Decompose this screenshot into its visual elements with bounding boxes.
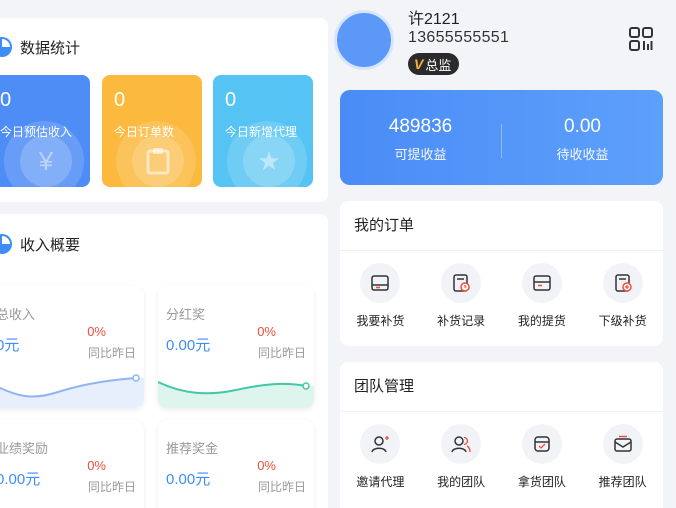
recommend-team-icon [602,424,643,464]
income-title: 业绩奖励 [0,441,49,456]
stat-value: 0 [114,89,126,111]
qr-code-icon[interactable] [628,26,654,52]
grid-item-recommend-team[interactable]: 推荐团队 [582,412,663,490]
grid-item-invite-agent[interactable]: 邀请代理 [340,412,421,490]
pie-chart-icon [0,234,12,254]
grid-item-restock[interactable]: 我要补货 [340,251,421,329]
income-value: 0.00元 [166,337,211,354]
income-percent: 0% [257,324,276,339]
grid-item-pickup[interactable]: 我的提货 [502,251,583,329]
income-value: 0.00元 [0,471,41,488]
grid-item-my-team[interactable]: 我的团队 [421,412,502,490]
trend-wave [158,381,314,408]
pending-value: 0.00 [564,116,601,137]
invite-agent-icon [360,424,401,464]
team-panel: 团队管理 邀请代理 我的团队 拿货团队 推荐团队 [340,362,663,508]
withdrawable-balance[interactable]: 489836 可提收益 [340,116,501,163]
purchase-team-icon [521,424,562,464]
income-tile-total[interactable]: 总收入 0元 0% 同比昨日 [0,286,144,408]
income-percent: 0% [87,458,106,473]
income-percent: 0% [87,324,106,339]
user-phone: 13655555551 [408,29,510,46]
income-compare: 同比昨日 [257,480,306,494]
income-title: 总收入 [0,307,36,322]
grid-item-sub-restock[interactable]: 下级补货 [582,251,663,329]
withdrawable-value: 489836 [388,116,453,137]
income-value: 0.00元 [166,471,211,488]
income-tile-referral[interactable]: 推荐奖金 0.00元 0% 同比昨日 [158,420,314,508]
grid-item-label: 我的团队 [437,475,486,489]
trend-wave [0,374,144,408]
stat-value: 0 [0,89,12,111]
withdrawable-label: 可提收益 [394,147,447,162]
grid-item-purchase-team[interactable]: 拿货团队 [502,412,583,490]
left-panel: 数据统计 0 今日预估收入 ¥ 0 今日订单数 0 今日新增代理 ★ 收入概要 … [0,0,328,508]
stats-section-title: 数据统计 [20,39,81,57]
income-title: 分红奖 [166,307,206,322]
user-name: 许2121 [408,11,460,28]
restock-icon [360,263,401,303]
balance-card: 489836 可提收益 0.00 待收收益 [340,90,663,185]
right-panel: 许2121 13655555551 V 总监 489836 可提收益 0.00 … [328,0,676,508]
clipboard-icon [132,135,184,187]
pending-label: 待收收益 [556,147,609,162]
grid-item-label: 我要补货 [356,314,405,328]
orders-title: 我的订单 [340,201,663,251]
income-compare: 同比昨日 [257,346,306,360]
pending-balance[interactable]: 0.00 待收收益 [502,116,663,163]
income-tile-performance[interactable]: 业绩奖励 0.00元 0% 同比昨日 [0,420,144,508]
level-badge-label: 总监 [425,57,452,73]
stat-card-estimated-income[interactable]: 0 今日预估收入 ¥ [0,75,90,187]
income-compare: 同比昨日 [87,480,136,494]
grid-item-label: 我的提货 [517,314,566,328]
vip-icon: V [414,56,424,72]
grid-item-label: 下级补货 [598,314,647,328]
restock-record-icon [441,263,482,303]
stat-card-orders[interactable]: 0 今日订单数 [102,75,202,187]
income-tile-dividend[interactable]: 分红奖 0.00元 0% 同比昨日 [158,286,314,408]
income-title: 推荐奖金 [166,441,219,456]
income-compare: 同比昨日 [87,346,136,360]
stat-card-new-agents[interactable]: 0 今日新增代理 ★ [213,75,313,187]
income-section-header: 收入概要 [0,229,80,259]
grid-item-label: 推荐团队 [598,475,647,489]
sub-restock-icon [602,263,643,303]
income-section-title: 收入概要 [20,236,81,254]
pickup-icon [521,263,562,303]
level-badge: V 总监 [408,53,460,75]
grid-item-restock-record[interactable]: 补货记录 [421,251,502,329]
pie-chart-icon [0,37,12,57]
orders-panel: 我的订单 我要补货 补货记录 我的提货 下级补货 [340,201,663,346]
income-percent: 0% [257,458,276,473]
avatar[interactable] [334,10,394,70]
star-icon: ★ [243,135,295,187]
team-title: 团队管理 [340,362,663,412]
income-value: 0元 [0,337,20,354]
grid-item-label: 邀请代理 [356,475,405,489]
my-team-icon [441,424,482,464]
grid-item-label: 拿货团队 [517,475,566,489]
stats-section-header: 数据统计 [0,32,80,62]
stat-value: 0 [225,89,237,111]
grid-item-label: 补货记录 [437,314,486,328]
yen-icon: ¥ [20,135,72,187]
